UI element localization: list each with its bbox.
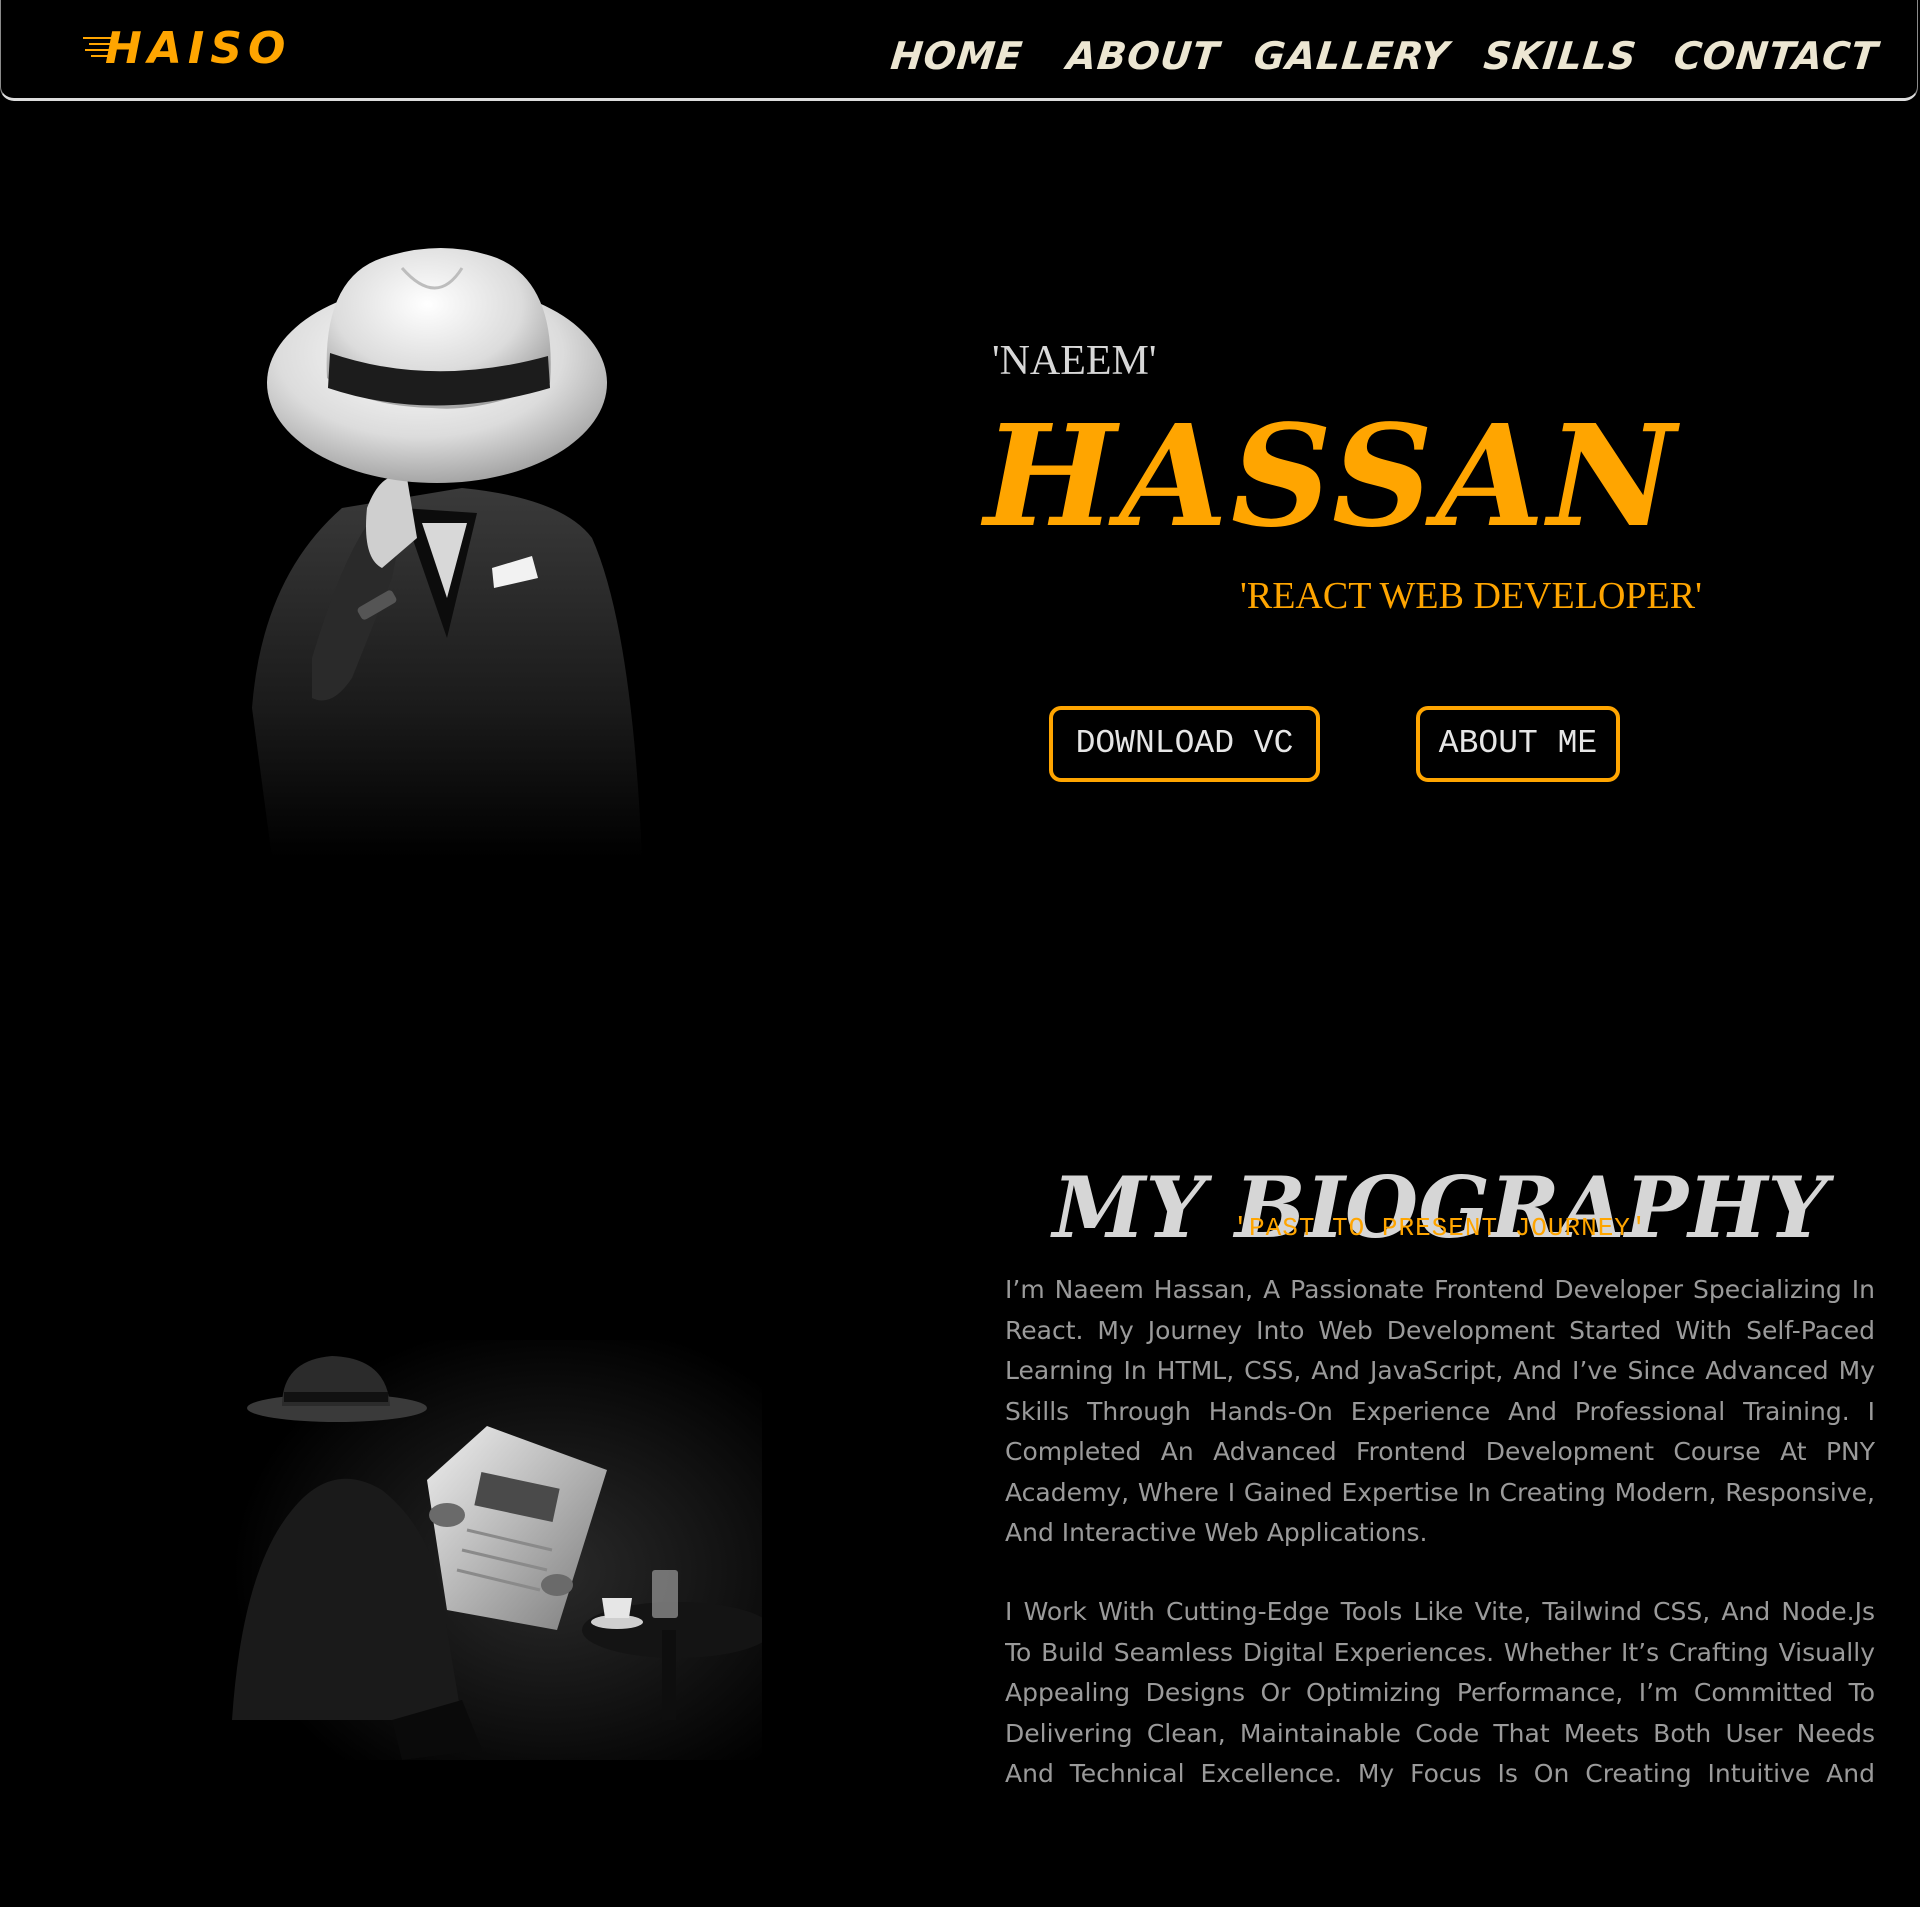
nav-link-gallery[interactable]: GALLERY <box>1251 28 1452 84</box>
about-me-button[interactable]: ABOUT ME <box>1416 706 1620 782</box>
biography-tagline: 'PAST TO PRESENT JOURNEY' <box>1232 1213 1648 1243</box>
download-cv-button[interactable]: DOWNLOAD VC <box>1049 706 1320 782</box>
nav-link-about[interactable]: ABOUT <box>1064 28 1222 84</box>
nav-link-skills[interactable]: SKILLS <box>1481 28 1640 84</box>
nav-link-home[interactable]: HOME <box>888 28 1026 84</box>
biography-paragraph-1: I’m Naeem Hassan, A Passionate Frontend … <box>1005 1275 1875 1547</box>
nav-link-contact[interactable]: CONTACT <box>1671 28 1881 84</box>
logo-text: HAISO <box>105 23 292 74</box>
hero-role: 'REACT WEB DEVELOPER' <box>1240 575 1702 617</box>
biography-paragraph-2: I Work With Cutting-Edge Tools Like Vite… <box>1005 1597 1875 1788</box>
hero-last-name: HASSAN <box>984 395 1679 559</box>
logo[interactable]: HAISO <box>83 22 303 78</box>
hero-first-name: 'NAEEM' <box>992 338 1157 384</box>
man-in-white-hat-icon <box>252 248 642 858</box>
navbar: HAISO HOME ABOUT GALLERY SKILLS CONTACT <box>0 0 1918 101</box>
man-reading-newspaper-icon <box>232 1340 762 1760</box>
